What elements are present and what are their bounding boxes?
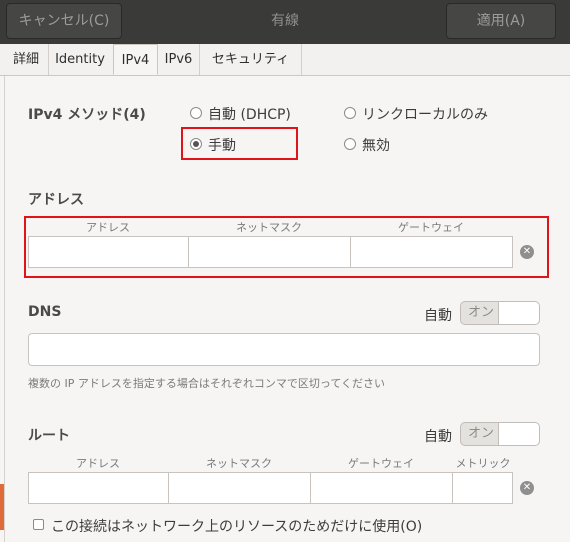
- routes-auto-switch[interactable]: オン: [460, 422, 540, 446]
- routes-switch-label: オン: [467, 426, 494, 441]
- dns-hint: 複数の IP アドレスを指定する場合はそれぞれコンマで区切ってください: [28, 377, 385, 390]
- radio-disabled-circle[interactable]: [344, 138, 356, 150]
- tab-identity[interactable]: Identity: [48, 44, 112, 75]
- tab-bar: 詳細 Identity IPv4 IPv6 セキュリティ: [0, 44, 570, 76]
- address-section-label: アドレス: [28, 192, 84, 208]
- apply-button[interactable]: 適用(A): [446, 3, 556, 39]
- dns-section-label: DNS: [28, 304, 62, 320]
- route-col-address: アドレス: [76, 457, 120, 470]
- radio-disabled[interactable]: 無効: [344, 135, 390, 155]
- tab-details[interactable]: 詳細: [4, 44, 49, 75]
- radio-disabled-label: 無効: [362, 138, 390, 154]
- tab-ipv6[interactable]: IPv6: [158, 44, 200, 75]
- routes-auto-label: 自動: [424, 429, 452, 445]
- routes-section-label: ルート: [28, 428, 70, 444]
- route-netmask-input[interactable]: [168, 472, 311, 504]
- ipv4-method-label: IPv4 メソッド(4): [28, 107, 146, 123]
- route-col-metric: メトリック: [455, 457, 511, 470]
- dns-switch-label: オン: [467, 305, 494, 320]
- radio-link-local-label: リンクローカルのみ: [362, 107, 488, 123]
- header-bar: キャンセル(C) 有線 適用(A): [0, 0, 570, 45]
- only-local-checkbox[interactable]: [33, 519, 44, 530]
- highlight-address: [24, 216, 549, 278]
- tab-security[interactable]: セキュリティ: [200, 44, 302, 75]
- delete-route-icon[interactable]: ✕: [520, 481, 534, 495]
- radio-dhcp[interactable]: 自動 (DHCP): [190, 104, 291, 124]
- radio-link-local[interactable]: リンクローカルのみ: [344, 104, 488, 124]
- only-local-label[interactable]: この接続はネットワーク上のリソースのためだけに使用(O): [51, 516, 422, 536]
- radio-dhcp-circle[interactable]: [190, 107, 202, 119]
- dns-input[interactable]: [28, 333, 540, 366]
- route-metric-input[interactable]: [452, 472, 513, 504]
- route-gateway-input[interactable]: [310, 472, 453, 504]
- dns-auto-label: 自動: [424, 308, 452, 324]
- highlight-manual: [181, 127, 298, 160]
- radio-dhcp-label: 自動 (DHCP): [208, 107, 291, 123]
- routes-switch-knob[interactable]: [498, 423, 539, 445]
- radio-link-local-circle[interactable]: [344, 107, 356, 119]
- dns-auto-switch[interactable]: オン: [460, 301, 540, 325]
- dns-switch-knob[interactable]: [498, 302, 539, 324]
- route-col-gateway: ゲートウェイ: [348, 457, 414, 470]
- route-address-input[interactable]: [28, 472, 169, 504]
- tab-ipv4[interactable]: IPv4: [113, 44, 158, 75]
- route-col-netmask: ネットマスク: [206, 457, 272, 470]
